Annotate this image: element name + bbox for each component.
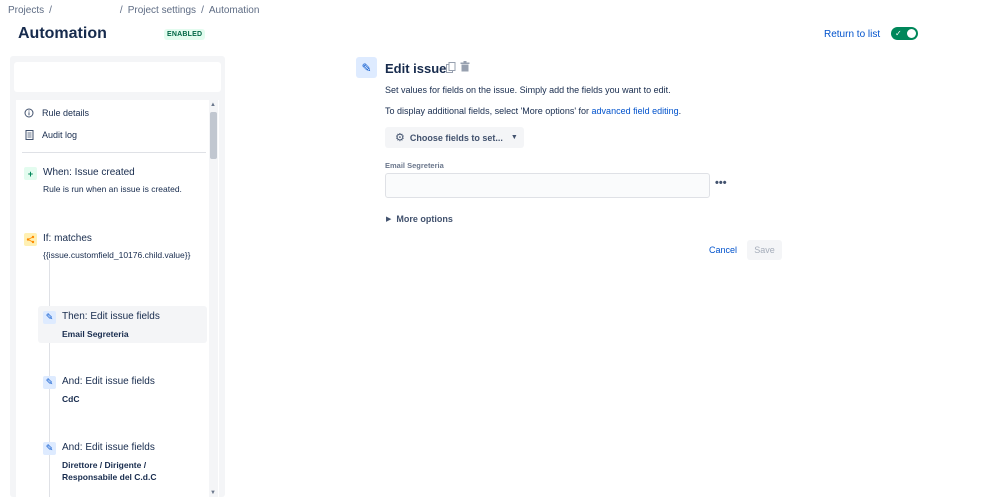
info-icon: [24, 108, 34, 118]
rule-enabled-toggle[interactable]: ✓: [891, 27, 918, 40]
page-title: Automation: [18, 25, 107, 42]
sidebar-search-box[interactable]: [14, 62, 221, 92]
sidebar-item-label: Audit log: [42, 130, 78, 140]
pencil-icon: ✎: [356, 57, 377, 78]
pencil-icon: ✎: [43, 376, 56, 389]
trash-icon[interactable]: [460, 61, 470, 75]
check-icon: ✓: [895, 29, 902, 38]
editor-description: Set values for fields on the issue. Simp…: [385, 85, 671, 95]
chevron-down-icon: ▼: [510, 134, 518, 141]
cancel-button[interactable]: Cancel: [709, 245, 737, 255]
chevron-right-icon: ▶: [386, 216, 392, 223]
pencil-icon: ✎: [43, 442, 56, 455]
editor-hint: To display additional fields, select 'Mo…: [385, 106, 682, 116]
plus-icon: +: [24, 167, 37, 180]
editor-title: Edit issue: [385, 61, 447, 76]
sidebar-item-audit-log[interactable]: Audit log: [24, 130, 77, 140]
choose-fields-button[interactable]: ⚙ Choose fields to set... ▼: [385, 127, 524, 148]
breadcrumb: Projects / / Project settings / Automation: [8, 5, 260, 16]
branch-icon: [24, 233, 37, 246]
gear-icon: ⚙: [395, 132, 405, 144]
sidebar-scrollbar[interactable]: ▲ ▼: [209, 100, 218, 497]
pencil-icon: ✎: [43, 311, 56, 324]
scrollbar-thumb[interactable]: [210, 112, 217, 159]
save-button[interactable]: Save: [747, 240, 782, 260]
return-to-list-link[interactable]: Return to list: [824, 29, 880, 40]
sidebar-item-rule-details[interactable]: Rule details: [24, 108, 89, 118]
toggle-knob: [907, 29, 916, 38]
scroll-up-icon[interactable]: ▲: [210, 102, 216, 108]
field-label-email-segreteria: Email Segreteria: [385, 161, 444, 170]
breadcrumb-project-settings[interactable]: Project settings: [128, 5, 196, 16]
advanced-field-editing-link[interactable]: advanced field editing: [592, 106, 679, 116]
sidebar-item-label: Rule details: [42, 108, 90, 118]
more-actions-icon[interactable]: •••: [715, 177, 727, 189]
more-options-toggle[interactable]: ▶ More options: [386, 214, 453, 224]
status-badge: ENABLED: [164, 29, 206, 40]
sidebar-divider: [22, 152, 206, 153]
rule-component-list: Rule details Audit log: [16, 100, 219, 497]
breadcrumb-automation[interactable]: Automation: [209, 5, 260, 16]
copy-icon[interactable]: [446, 62, 456, 76]
breadcrumb-projects[interactable]: Projects: [8, 5, 44, 16]
email-segreteria-input[interactable]: [385, 173, 710, 198]
scroll-down-icon[interactable]: ▼: [210, 490, 216, 496]
document-icon: [24, 130, 34, 140]
